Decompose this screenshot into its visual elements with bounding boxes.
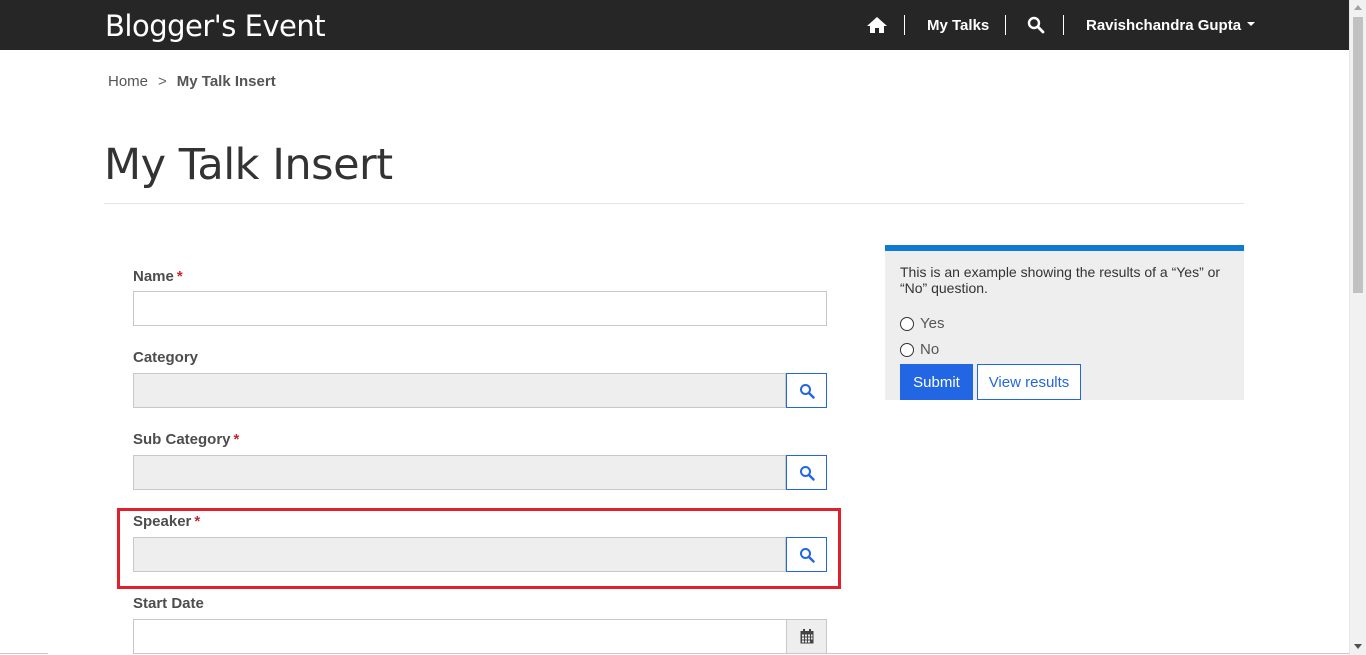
scrollbar-thumb[interactable] (1353, 17, 1363, 293)
search-icon[interactable] (1027, 16, 1045, 34)
breadcrumb-current: My Talk Insert (176, 73, 276, 90)
nav-separator (1063, 15, 1064, 35)
name-label: Name * (133, 268, 183, 285)
breadcrumb: Home > My Talk Insert (108, 73, 276, 90)
poll-question: This is an example showing the results o… (900, 264, 1221, 296)
scroll-down-arrow-icon[interactable] (1354, 644, 1362, 649)
vertical-scrollbar[interactable] (1349, 0, 1366, 655)
poll-option-no[interactable]: No (900, 341, 939, 358)
speaker-highlight-box (117, 508, 841, 589)
brand-logo[interactable]: Blogger's Event (105, 9, 326, 43)
poll-option-yes[interactable]: Yes (900, 315, 944, 332)
poll-view-results-button[interactable]: View results (977, 364, 1081, 400)
start-date-input[interactable] (133, 619, 788, 654)
search-icon (799, 465, 815, 481)
start-date-calendar-button[interactable] (786, 619, 827, 654)
breadcrumb-separator: > (158, 73, 167, 90)
name-input[interactable] (133, 291, 827, 326)
nav-separator (1005, 15, 1006, 35)
home-icon[interactable] (866, 15, 888, 35)
search-icon (799, 383, 815, 399)
top-navbar: Blogger's Event My Talks Ravishchandra G… (0, 0, 1349, 50)
bottom-edge-line (392, 653, 1349, 654)
nav-my-talks-link[interactable]: My Talks (927, 17, 989, 34)
caret-down-icon (1247, 22, 1256, 27)
scroll-up-arrow-icon[interactable] (1354, 5, 1362, 10)
start-date-label-text: Start Date (133, 595, 204, 612)
category-lookup-button[interactable] (786, 373, 827, 408)
sub-category-label: Sub Category * (133, 431, 239, 448)
calendar-icon (800, 629, 813, 644)
category-input[interactable] (133, 373, 786, 408)
poll-option-yes-label: Yes (920, 315, 945, 332)
name-label-text: Name (133, 268, 174, 285)
nav-separator (904, 15, 905, 35)
user-name: Ravishchandra Gupta (1086, 17, 1242, 34)
sub-category-input[interactable] (133, 455, 786, 490)
sub-category-lookup-button[interactable] (786, 455, 827, 490)
start-date-label: Start Date (133, 595, 204, 612)
required-marker: * (233, 431, 240, 448)
required-marker: * (176, 268, 183, 285)
category-label-text: Category (133, 349, 199, 366)
poll-submit-button[interactable]: Submit (900, 364, 973, 400)
bottom-edge-line (0, 653, 48, 654)
breadcrumb-home-link[interactable]: Home (108, 73, 148, 90)
category-label: Category (133, 349, 198, 366)
radio-no[interactable] (900, 342, 914, 357)
poll-option-no-label: No (920, 341, 940, 358)
user-menu-dropdown[interactable]: Ravishchandra Gupta (1086, 17, 1256, 34)
poll-widget: This is an example showing the results o… (885, 245, 1244, 400)
page-title: My Talk Insert (104, 140, 393, 190)
sub-category-label-text: Sub Category (133, 431, 231, 448)
title-divider (104, 203, 1244, 204)
radio-yes[interactable] (900, 316, 914, 331)
